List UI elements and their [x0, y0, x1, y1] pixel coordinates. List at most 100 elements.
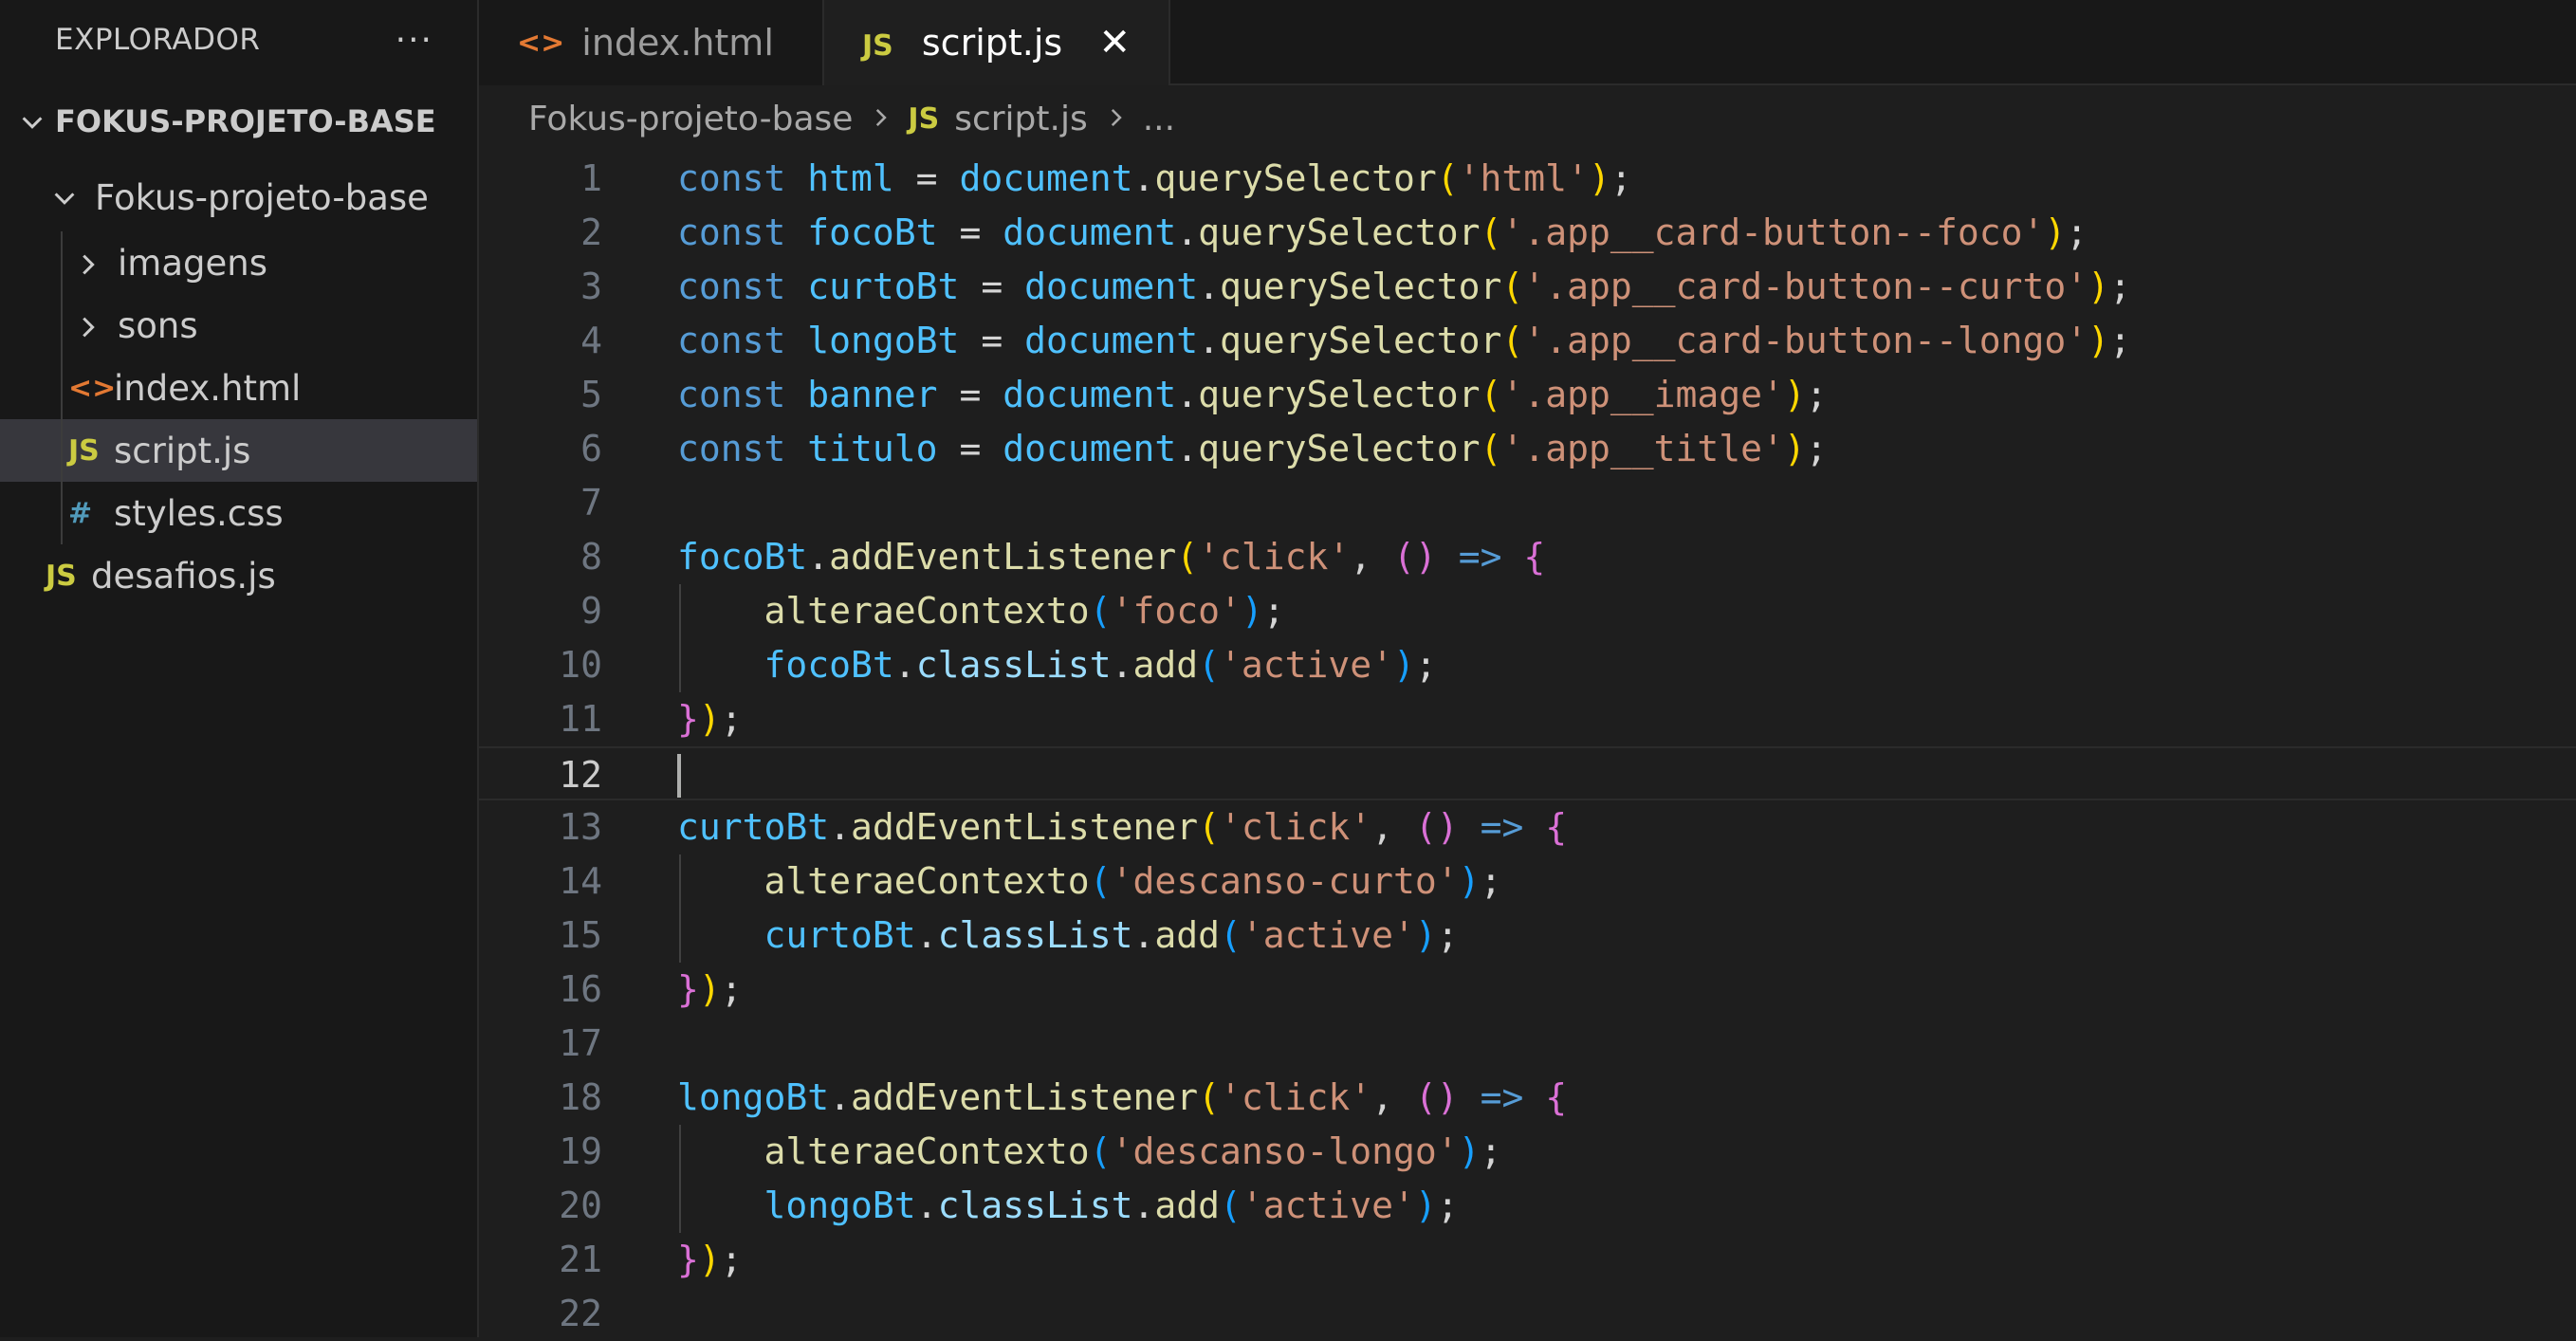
code-token: ) — [1458, 860, 1481, 902]
tab-label: index.html — [581, 22, 774, 64]
line-number: 10 — [559, 644, 602, 686]
code-line[interactable]: 20 longoBt.classList.add('active'); — [479, 1179, 2576, 1233]
code-line[interactable]: 9 alteraeContexto('foco'); — [479, 584, 2576, 638]
indent-guide — [61, 231, 63, 294]
code-token: 'descanso-longo' — [1111, 1130, 1459, 1172]
code-token: ) — [2088, 266, 2110, 307]
code-token: ; — [2109, 320, 2131, 361]
code-line[interactable]: 13 curtoBt.addEventListener('click', () =… — [479, 800, 2576, 854]
js-file-icon: JS — [46, 559, 77, 593]
code-line[interactable]: 5 const banner = document.querySelector('… — [479, 368, 2576, 422]
code-line[interactable]: 18 longoBt.addEventListener('click', () =… — [479, 1071, 2576, 1125]
more-actions-icon[interactable]: ··· — [396, 21, 433, 60]
code-line[interactable]: 14 alteraeContexto('descanso-curto'); — [479, 854, 2576, 909]
code-token: ) — [1414, 1185, 1437, 1226]
code-token: = — [893, 157, 960, 199]
code-line[interactable]: 16}); — [479, 963, 2576, 1017]
tree-item-label: styles.css — [114, 492, 284, 534]
tree-file-index-html[interactable]: <> index.html — [0, 357, 477, 419]
code-token: = — [959, 266, 1025, 307]
code-editor[interactable]: 1 const html = document.querySelector('ht… — [479, 152, 2576, 1337]
code-token: document — [1003, 428, 1177, 469]
code-token: ) — [1241, 590, 1263, 632]
tree-folder-label: Fokus-projeto-base — [95, 176, 429, 218]
line-number: 2 — [580, 211, 602, 253]
code-token: ) — [1414, 914, 1437, 956]
code-line[interactable]: 19 alteraeContexto('descanso-longo'); — [479, 1125, 2576, 1179]
tree-folder-fokus[interactable]: Fokus-projeto-base — [0, 163, 477, 231]
code-line[interactable]: 2 const focoBt = document.querySelector('… — [479, 206, 2576, 260]
tree-folder-imagens[interactable]: imagens — [0, 231, 477, 294]
code-token: ) — [698, 698, 721, 740]
code-token: ) — [1783, 374, 1806, 415]
code-token: = — [937, 211, 1003, 253]
breadcrumb-file[interactable]: script.js — [954, 100, 1088, 138]
code-token: . — [829, 1076, 852, 1118]
code-token: alteraeContexto — [764, 860, 1090, 902]
code-token: () — [1414, 806, 1459, 848]
code-token: ( — [1198, 1076, 1220, 1118]
tree-folder-sons[interactable]: sons — [0, 294, 477, 357]
code-token: = — [937, 374, 1003, 415]
tree-root-workspace[interactable]: FOKUS-PROJETO-BASE — [0, 80, 477, 163]
code-text: }); — [677, 1233, 743, 1287]
code-token: alteraeContexto — [764, 590, 1090, 632]
line-number: 21 — [559, 1239, 602, 1280]
code-token: ) — [2044, 211, 2067, 253]
code-token: '.app__title' — [1501, 428, 1784, 469]
code-token: . — [829, 806, 852, 848]
code-token: . — [1198, 266, 1220, 307]
code-token: ; — [1480, 1130, 1502, 1172]
code-token: document — [959, 157, 1133, 199]
code-token: document — [1003, 211, 1177, 253]
code-line[interactable]: 6 const titulo = document.querySelector('… — [479, 422, 2576, 476]
code-line[interactable]: 17 — [479, 1017, 2576, 1071]
tree-item-label: imagens — [118, 242, 267, 284]
code-token: ; — [1414, 644, 1437, 686]
css-file-icon: # — [68, 496, 93, 530]
explorer-header: EXPLORADOR ··· — [0, 0, 477, 80]
code-token: . — [1176, 211, 1199, 253]
code-line[interactable]: 12 — [479, 746, 2576, 800]
code-token: addEventListener — [851, 1076, 1199, 1118]
breadcrumb-folder[interactable]: Fokus-projeto-base — [528, 100, 853, 138]
tree-item-label: desafios.js — [91, 555, 276, 597]
code-token: alteraeContexto — [764, 1130, 1090, 1172]
code-token: . — [1111, 644, 1133, 686]
code-line[interactable]: 1 const html = document.querySelector('ht… — [479, 152, 2576, 206]
code-token: const — [677, 320, 808, 361]
code-text: const longoBt = document.querySelector('… — [677, 314, 2131, 368]
tree-file-styles-css[interactable]: # styles.css — [0, 482, 477, 544]
code-token: ; — [1610, 157, 1632, 199]
tree-item-label: script.js — [114, 430, 251, 471]
line-number: 15 — [559, 914, 602, 956]
code-line[interactable]: 3 const curtoBt = document.querySelector(… — [479, 260, 2576, 314]
close-icon[interactable]: ✕ — [1098, 21, 1131, 64]
tab-script-js[interactable]: JS script.js ✕ — [824, 0, 1170, 85]
code-line[interactable]: 21}); — [479, 1233, 2576, 1287]
code-line[interactable]: 11}); — [479, 692, 2576, 746]
tree-file-script-js[interactable]: JS script.js — [0, 419, 477, 482]
code-text: longoBt.classList.add('active'); — [677, 1179, 1459, 1233]
code-line[interactable]: 7 — [479, 476, 2576, 530]
line-number: 1 — [580, 157, 602, 199]
code-line[interactable]: 8 focoBt.addEventListener('click', () => … — [479, 530, 2576, 584]
tree-file-desafios-js[interactable]: JS desafios.js — [0, 544, 477, 607]
code-token: ( — [1501, 266, 1524, 307]
code-text: alteraeContexto('foco'); — [677, 584, 1285, 638]
code-token: . — [915, 1185, 938, 1226]
code-token: document — [1003, 374, 1177, 415]
code-line[interactable]: 22 — [479, 1287, 2576, 1341]
tab-bar: <> index.html JS script.js ✕ — [479, 0, 2576, 85]
code-token: ( — [1176, 536, 1199, 578]
code-line[interactable]: 15 curtoBt.classList.add('active'); — [479, 909, 2576, 963]
code-line[interactable]: 4 const longoBt = document.querySelector(… — [479, 314, 2576, 368]
code-line[interactable]: 10 focoBt.classList.add('active'); — [479, 638, 2576, 692]
breadcrumb-ellipsis[interactable]: ... — [1143, 100, 1175, 138]
tab-index-html[interactable]: <> index.html — [479, 0, 824, 85]
code-text: const curtoBt = document.querySelector('… — [677, 260, 2131, 314]
code-token: curtoBt — [677, 806, 830, 848]
